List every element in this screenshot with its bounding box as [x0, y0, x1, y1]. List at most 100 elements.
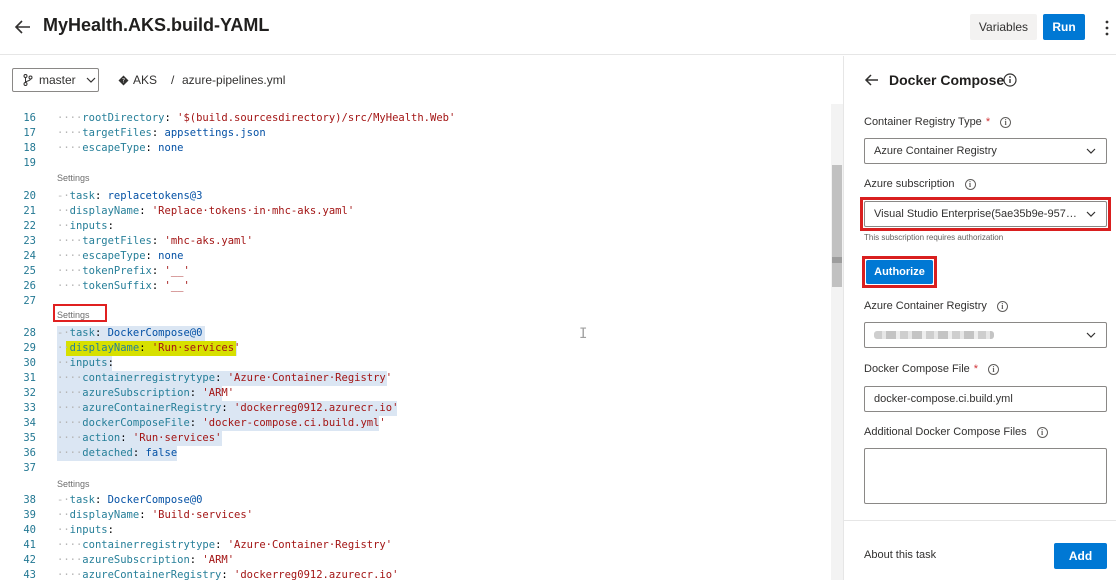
code-line[interactable]: 41 ····containerregistrytype: 'Azure·Cont… [0, 538, 830, 553]
line-number: 17 [23, 127, 36, 139]
code-line[interactable]: 42 ····azureSubscription: 'ARM' [0, 553, 830, 568]
svg-text:?: ? [122, 77, 125, 84]
code-line[interactable]: 36 ····detached: false [0, 446, 830, 461]
yaml-separator: : [107, 524, 114, 536]
code-line[interactable]: 31 ····containerregistrytype: 'Azure·Cont… [0, 371, 830, 386]
code-line[interactable]: 17 ····targetFiles: appsettings.json [0, 126, 830, 141]
registry-type-dropdown[interactable]: Azure Container Registry [864, 138, 1107, 164]
code-line[interactable]: 43 ····azureContainerRegistry: 'dockerreg… [0, 568, 830, 580]
branch-selector[interactable]: master [12, 68, 99, 92]
code-line[interactable]: 33 ····azureContainerRegistry: 'dockerreg… [0, 401, 830, 416]
yaml-key: targetFiles [82, 235, 152, 247]
indent-dots: -· [57, 494, 70, 506]
yaml-value: 'Replace·tokens·in·mhc-aks.yaml' [151, 205, 355, 217]
yaml-key: displayName [69, 342, 140, 354]
code-line[interactable]: 34 ····dockerComposeFile: 'docker-compose… [0, 416, 830, 431]
yaml-value: DockerCompose@0 [107, 494, 203, 506]
info-icon[interactable]: i [1036, 426, 1048, 438]
code-text: ····escapeType: none [57, 249, 183, 264]
line-number: 24 [23, 250, 36, 262]
compose-file-input[interactable]: docker-compose.ci.build.yml [864, 386, 1107, 412]
code-text: ··displayName: 'Run·services' [57, 341, 240, 356]
back-arrow-icon[interactable] [13, 17, 33, 37]
settings-codelens[interactable]: Settings [57, 172, 90, 184]
yaml-value: false [145, 447, 178, 459]
add-button[interactable]: Add [1054, 543, 1107, 569]
yaml-key: task [69, 494, 95, 506]
code-line[interactable]: 19 [0, 156, 830, 171]
code-line[interactable]: 16 ····rootDirectory: '$(build.sourcesdir… [0, 111, 830, 126]
run-button[interactable]: Run [1043, 14, 1085, 40]
more-options-icon[interactable] [1104, 19, 1110, 37]
code-line[interactable]: 20 -·task: replacetokens@3 [0, 189, 830, 204]
code-line[interactable]: 24 ····escapeType: none [0, 249, 830, 264]
variables-button[interactable]: Variables [970, 14, 1037, 40]
yaml-key: detached [82, 447, 133, 459]
additional-files-textarea[interactable] [864, 448, 1107, 504]
line-number: 16 [23, 112, 36, 124]
yaml-key: targetFiles [82, 127, 152, 139]
code-line[interactable]: 29 ··displayName: 'Run·services' [0, 341, 830, 356]
acr-dropdown[interactable] [864, 322, 1107, 348]
code-line[interactable]: 26 ····tokenSuffix: '__' [0, 279, 830, 294]
panel-back-arrow-icon[interactable] [863, 71, 881, 89]
info-icon[interactable] [1003, 73, 1017, 87]
editor-scroll-thumb[interactable] [832, 165, 842, 287]
code-line[interactable]: 18 ····escapeType: none [0, 141, 830, 156]
code-line[interactable]: 32 ····azureSubscription: 'ARM' [0, 386, 830, 401]
about-task-link[interactable]: About this task [864, 549, 936, 561]
yaml-separator: : [120, 432, 133, 444]
yaml-key: escapeType [82, 250, 146, 262]
code-text: ··inputs: [57, 356, 114, 371]
info-icon[interactable]: i [988, 363, 1000, 375]
yaml-separator: : [221, 402, 235, 414]
code-text: ····targetFiles: appsettings.json [57, 126, 266, 141]
code-line[interactable]: 25 ····tokenPrefix: '__' [0, 264, 830, 279]
code-line[interactable]: 28 -·task: DockerCompose@0 [0, 326, 830, 341]
indent-dots: ·· [57, 357, 70, 369]
indent-dots: ···· [57, 432, 83, 444]
yaml-separator: : [139, 342, 152, 354]
code-line[interactable]: 22 ··inputs: [0, 219, 830, 234]
code-line[interactable]: 35 ····action: 'Run·services' [0, 431, 830, 446]
yaml-value: 'Run·services' [151, 342, 241, 354]
code-line[interactable]: 21 ··displayName: 'Replace·tokens·in·mhc-… [0, 204, 830, 219]
yaml-key: inputs [69, 357, 108, 369]
info-icon[interactable]: i [1000, 116, 1012, 128]
code-line[interactable]: 39 ··displayName: 'Build·services' [0, 508, 830, 523]
code-line[interactable]: 27 [0, 294, 830, 309]
yaml-editor[interactable]: Settings Settings Settings 16 ····rootDirect… [0, 104, 843, 580]
indent-dots: ···· [57, 554, 83, 566]
indent-dots: ···· [57, 250, 83, 262]
code-text: ····targetFiles: 'mhc-aks.yaml' [57, 234, 253, 249]
redacted-value [874, 331, 994, 339]
repo-name: AKS [133, 73, 158, 87]
code-line[interactable]: 23 ····targetFiles: 'mhc-aks.yaml' [0, 234, 830, 249]
indent-dots: ···· [57, 372, 83, 384]
chevron-down-icon [86, 77, 96, 83]
info-icon[interactable]: i [996, 300, 1008, 312]
yaml-value: '$(build.sourcesdirectory)/src/MyHealth.… [177, 112, 456, 124]
line-number: 18 [23, 142, 36, 154]
line-number: 39 [23, 509, 36, 521]
repo-link[interactable]: ? AKS [118, 73, 157, 87]
code-text: ····containerregistrytype: 'Azure·Contai… [57, 371, 392, 386]
code-line[interactable]: 38 -·task: DockerCompose@0 [0, 493, 830, 508]
yaml-key: task [69, 190, 95, 202]
yaml-value: '__' [164, 280, 190, 292]
settings-codelens[interactable]: Settings [57, 478, 90, 490]
yaml-separator: : [215, 539, 228, 551]
code-line[interactable]: 30 ··inputs: [0, 356, 830, 371]
yaml-key: containerregistrytype [82, 372, 216, 384]
yaml-key: azureSubscription [82, 387, 190, 399]
yaml-separator: : [151, 127, 165, 139]
acr-label-text: Azure Container Registry [864, 300, 987, 312]
code-text: ····tokenSuffix: '__' [57, 279, 190, 294]
yaml-value: 'ARM' [202, 387, 235, 399]
page-title: MyHealth.AKS.build-YAML [43, 15, 270, 35]
indent-dots: ···· [57, 387, 83, 399]
task-assistant-panel: Docker Compose Container Registry Type *… [843, 56, 1116, 580]
code-line[interactable]: 40 ··inputs: [0, 523, 830, 538]
info-icon[interactable]: i [964, 178, 976, 190]
code-line[interactable]: 37 [0, 461, 830, 476]
